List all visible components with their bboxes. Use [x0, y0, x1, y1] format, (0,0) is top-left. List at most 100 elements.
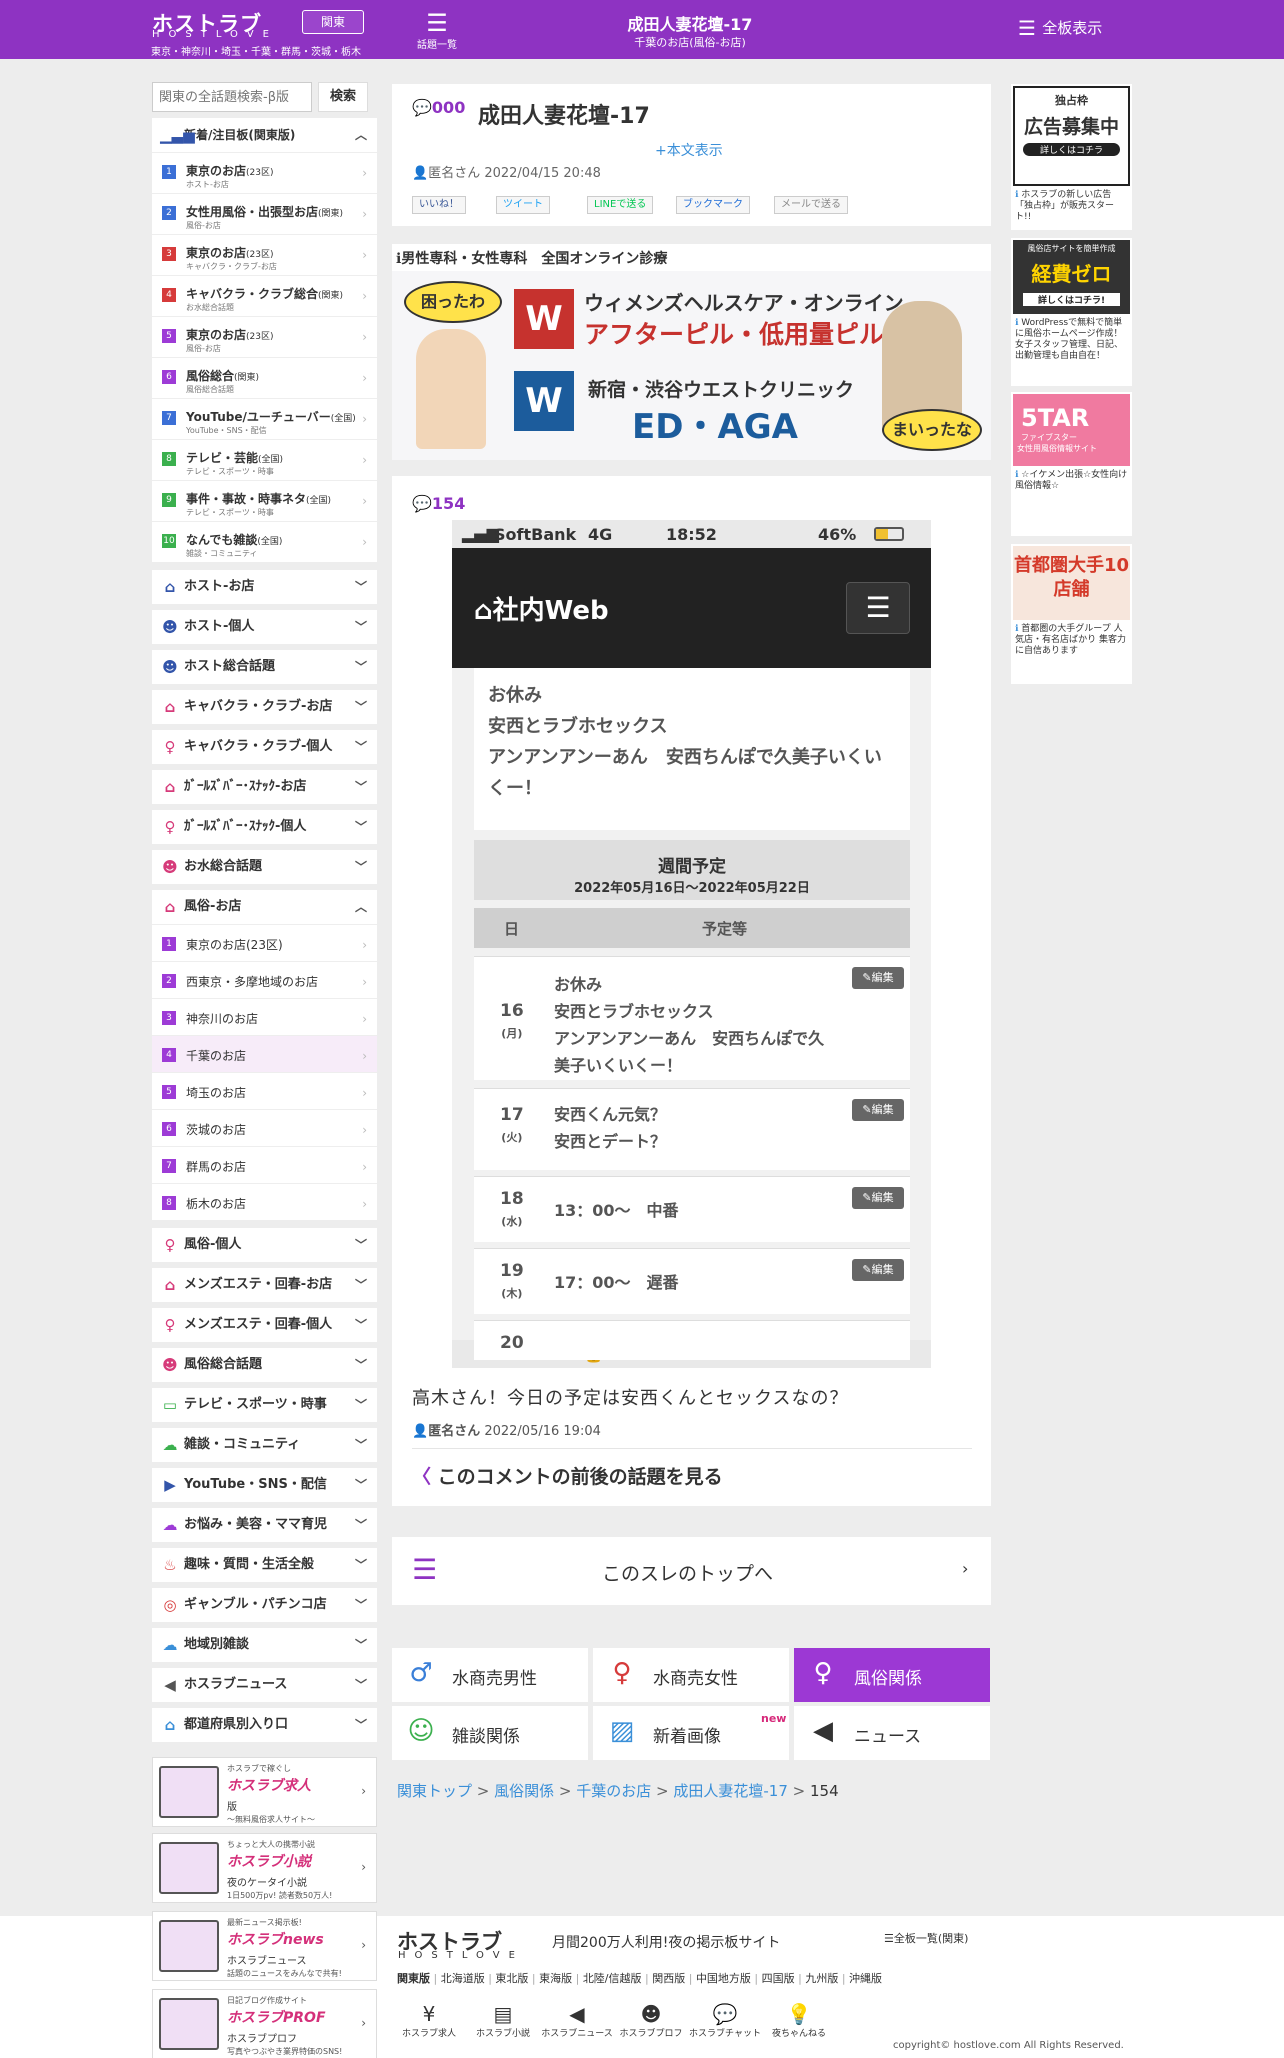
fuzoku-sub-item[interactable]: 2 西東京・多摩地域のお店 ›	[152, 961, 377, 998]
category-header[interactable]: ☻ ホスト総合話題 ﹀	[152, 650, 377, 684]
category-header[interactable]: ⌂ ホスト-お店 ﹀	[152, 570, 377, 604]
fuzoku-sub-item[interactable]: 3 神奈川のお店 ›	[152, 998, 377, 1035]
schedule-row: 17 (火) 安西くん元気？ 安西とデート？ ✎編集	[474, 1088, 910, 1170]
ranking-item[interactable]: 4 キャバクラ・クラブ総合(関東) お水総合話題 ›	[152, 275, 377, 316]
region-link[interactable]: 北海道版	[441, 1972, 485, 1985]
region-link[interactable]: 東北版	[495, 1972, 528, 1985]
show-body-link[interactable]: +本文表示	[655, 140, 723, 160]
ranking-item[interactable]: 9 事件・事故・時事ネタ(全国) テレビ・スポーツ・時事 ›	[152, 480, 377, 521]
category-header[interactable]: ⌂ 都道府県別入り口 ﹀	[152, 1708, 377, 1742]
region-link[interactable]: 北陸/信越版	[583, 1972, 642, 1985]
share-button[interactable]: LINEで送る	[587, 196, 654, 214]
category-header[interactable]: ♀ ｶﾞｰﾙｽﾞﾊﾞｰ･ｽﾅｯｸ-個人 ﹀	[152, 810, 377, 844]
footer-service-link[interactable]: ▤ ホスラブ小説	[466, 2002, 540, 2039]
category-header[interactable]: ☻ お水総合話題 ﹀	[152, 850, 377, 884]
category-header[interactable]: ☁ 地域別雑談 ﹀	[152, 1628, 377, 1662]
ranking-item-category: テレビ・スポーツ・時事	[186, 508, 274, 517]
ranking-item[interactable]: 3 東京のお店(23区) キャバクラ・クラブ-お店 ›	[152, 234, 377, 275]
category-header[interactable]: ♀ 風俗-個人 ﹀	[152, 1228, 377, 1262]
category-header[interactable]: ♀ キャバクラ・クラブ-個人 ﹀	[152, 730, 377, 764]
rank-number: 2	[162, 974, 176, 988]
share-button[interactable]: ツイート	[496, 196, 550, 214]
fuzoku-sub-item[interactable]: 7 群馬のお店 ›	[152, 1146, 377, 1183]
service-banner[interactable]: 日記ブログ作成サイト ホスラブPROF ホスラブプロフ 写真やつぶやき業界特価のSNS…	[152, 1989, 377, 2058]
footer-all-list[interactable]: ☰全板一覧(関東)	[884, 1930, 968, 1946]
category-header[interactable]: ⌂ キャバクラ・クラブ-お店 ﹀	[152, 690, 377, 724]
service-banner[interactable]: 最新ニュース掲示板! ホスラブnews ホスラブニュース 話題のニュースをみんなで共有…	[152, 1911, 377, 1981]
category-tile[interactable]: ☺ 雑談関係	[392, 1706, 588, 1760]
ranking-item[interactable]: 7 YouTube/ユーチューバー(全国) YouTube・SNS・配信 ›	[152, 398, 377, 439]
numbered-list-icon: ☰	[412, 1553, 438, 1586]
ranking-item[interactable]: 2 女性用風俗・出張型お店(関東) 風俗-お店 ›	[152, 193, 377, 234]
region-link[interactable]: 四国版	[762, 1972, 795, 1985]
context-link[interactable]: 〈 このコメントの前後の話題を見る	[412, 1462, 723, 1489]
category-header[interactable]: ⌂ 風俗-お店 ︿	[152, 890, 377, 924]
ranking-item[interactable]: 1 東京のお店(23区) ホスト-お店 ›	[152, 152, 377, 193]
share-button[interactable]: ブックマーク	[676, 196, 750, 214]
category-header[interactable]: ▶ YouTube・SNS・配信 ﹀	[152, 1468, 377, 1502]
fuzoku-sub-item[interactable]: 4 千葉のお店 ›	[152, 1035, 377, 1072]
right-ad-exclusive[interactable]: 独占枠 広告募集中 詳しくはコチラ ℹ ホスラブの新しい広告「独占枠」が販売スタ…	[1011, 84, 1132, 230]
footer-service-link[interactable]: 💬 ホスラブチャット	[688, 2002, 762, 2039]
breadcrumb-link[interactable]: 風俗関係	[494, 1782, 554, 1800]
ranking-item[interactable]: 5 東京のお店(23区) 風俗-お店 ›	[152, 316, 377, 357]
region-link[interactable]: 東海版	[539, 1972, 572, 1985]
category-header[interactable]: ☻ ホスト-個人 ﹀	[152, 610, 377, 644]
category-header[interactable]: ⌂ ｶﾞｰﾙｽﾞﾊﾞｰ･ｽﾅｯｸ-お店 ﹀	[152, 770, 377, 804]
category-icon: ☻	[162, 618, 178, 636]
ranking-item[interactable]: 10 なんでも雑談(全国) 雑談・コミュニティ ›	[152, 521, 377, 562]
region-link[interactable]: 中国地方版	[696, 1972, 751, 1985]
rank-number: 5	[162, 1085, 176, 1099]
right-ad-metro[interactable]: 首都圏大手10店舗 ℹ 首都圏の大手グループ 人気店・有名店ばかり 集客力に自信…	[1011, 544, 1132, 684]
fuzoku-sub-item[interactable]: 8 栃木のお店 ›	[152, 1183, 377, 1220]
breadcrumb-link[interactable]: 千葉のお店	[576, 1782, 651, 1800]
share-button[interactable]: メールで送る	[774, 196, 848, 214]
ranking-item[interactable]: 8 テレビ・芸能(全国) テレビ・スポーツ・時事 ›	[152, 439, 377, 480]
category-header[interactable]: ☁ 雑談・コミュニティ ﹀	[152, 1428, 377, 1462]
region-button[interactable]: 関東	[302, 10, 364, 34]
breadcrumb-link[interactable]: 成田人妻花壇-17	[673, 1782, 788, 1800]
ad-banner[interactable]: ℹ男性専科・女性専科 全国オンライン診療 困ったわ W ウィメンズヘルスケア・オ…	[392, 244, 991, 460]
footer-service-link[interactable]: ◀ ホスラブニュース	[540, 2002, 614, 2039]
category-header[interactable]: ♨ 趣味・質問・生活全般 ﹀	[152, 1548, 377, 1582]
fuzoku-sub-item[interactable]: 1 東京のお店(23区) ›	[152, 924, 377, 961]
service-banner[interactable]: ホスラブで稼ぐし ホスラブ求人版〜無料風俗求人サイト〜 ›	[152, 1757, 377, 1827]
right-ad-5tar[interactable]: 5TAR ファイブスター 女性用風俗情報サイト ℹ ☆イケメン出張☆女性向け風俗…	[1011, 392, 1132, 536]
topics-list-button[interactable]: ☰ 話題一覧	[407, 10, 467, 51]
category-header[interactable]: ♀ メンズエステ・回春-個人 ﹀	[152, 1308, 377, 1342]
category-tile[interactable]: ♀ 風俗関係	[794, 1648, 990, 1702]
footer-service-link[interactable]: 💡 夜ちゃんねる	[762, 2002, 836, 2039]
breadcrumb-link[interactable]: 関東トップ	[397, 1782, 472, 1800]
category-header[interactable]: ☻ 風俗総合話題 ﹀	[152, 1348, 377, 1382]
region-link[interactable]: 沖縄版	[849, 1972, 882, 1985]
all-boards-button[interactable]: ☰ 全板表示	[1018, 16, 1102, 40]
category-tile[interactable]: ♂ 水商売男性	[392, 1648, 588, 1702]
category-tile[interactable]: ♀ 水商売女性	[593, 1648, 789, 1702]
share-button[interactable]: いいね！	[412, 196, 466, 214]
category-header[interactable]: ▭ テレビ・スポーツ・時事 ﹀	[152, 1388, 377, 1422]
ranking-header[interactable]: ▁▃▅ 新着/注目板(関東版) ︿	[152, 118, 377, 152]
category-header[interactable]: ◎ ギャンブル・パチンコ店 ﹀	[152, 1588, 377, 1622]
category-header[interactable]: ◀ ホスラブニュース ﹀	[152, 1668, 377, 1702]
chevron-down-icon: ﹀	[354, 1318, 367, 1332]
right-ad-zero[interactable]: 風俗店サイトを簡単作成 経費ゼロ 詳しくはコチラ! ℹ WordPressで無料…	[1011, 238, 1132, 386]
region-link[interactable]: 九州版	[805, 1972, 838, 1985]
fuzoku-sub-item[interactable]: 5 埼玉のお店 ›	[152, 1072, 377, 1109]
category-tile[interactable]: ▨ 新着画像 new	[593, 1706, 789, 1760]
footer-service-link[interactable]: ¥ ホスラブ求人	[392, 2002, 466, 2039]
search-button[interactable]: 検索	[318, 82, 368, 112]
category-header[interactable]: ☁ お悩み・美容・ママ育児 ﹀	[152, 1508, 377, 1542]
search-input[interactable]	[152, 82, 312, 112]
rank-number: 10	[162, 534, 176, 548]
top-of-thread-button[interactable]: ☰ このスレのトップへ ›	[392, 1537, 991, 1605]
region-link[interactable]: 関西版	[652, 1972, 685, 1985]
fuzoku-sub-item[interactable]: 6 茨城のお店 ›	[152, 1109, 377, 1146]
service-banner[interactable]: ちょっと大人の携帯小説 ホスラブ小説 夜のケータイ小説 1日500万pv! 読者数50…	[152, 1833, 377, 1903]
category-tile[interactable]: ◀ ニュース	[794, 1706, 990, 1760]
category-header[interactable]: ⌂ メンズエステ・回春-お店 ﹀	[152, 1268, 377, 1302]
footer-service-link[interactable]: ☻ ホスラブプロフ	[614, 2002, 688, 2039]
ranking-item[interactable]: 6 風俗総合(関東) 風俗総合話題 ›	[152, 357, 377, 398]
region-link[interactable]: 関東版	[397, 1972, 430, 1985]
post-image[interactable]: ▂▄▆ SoftBank 4G 18:52 46% ⌂社内Web ☰ お休み 安西…	[452, 520, 931, 1368]
chevron-right-icon: ›	[362, 330, 367, 344]
